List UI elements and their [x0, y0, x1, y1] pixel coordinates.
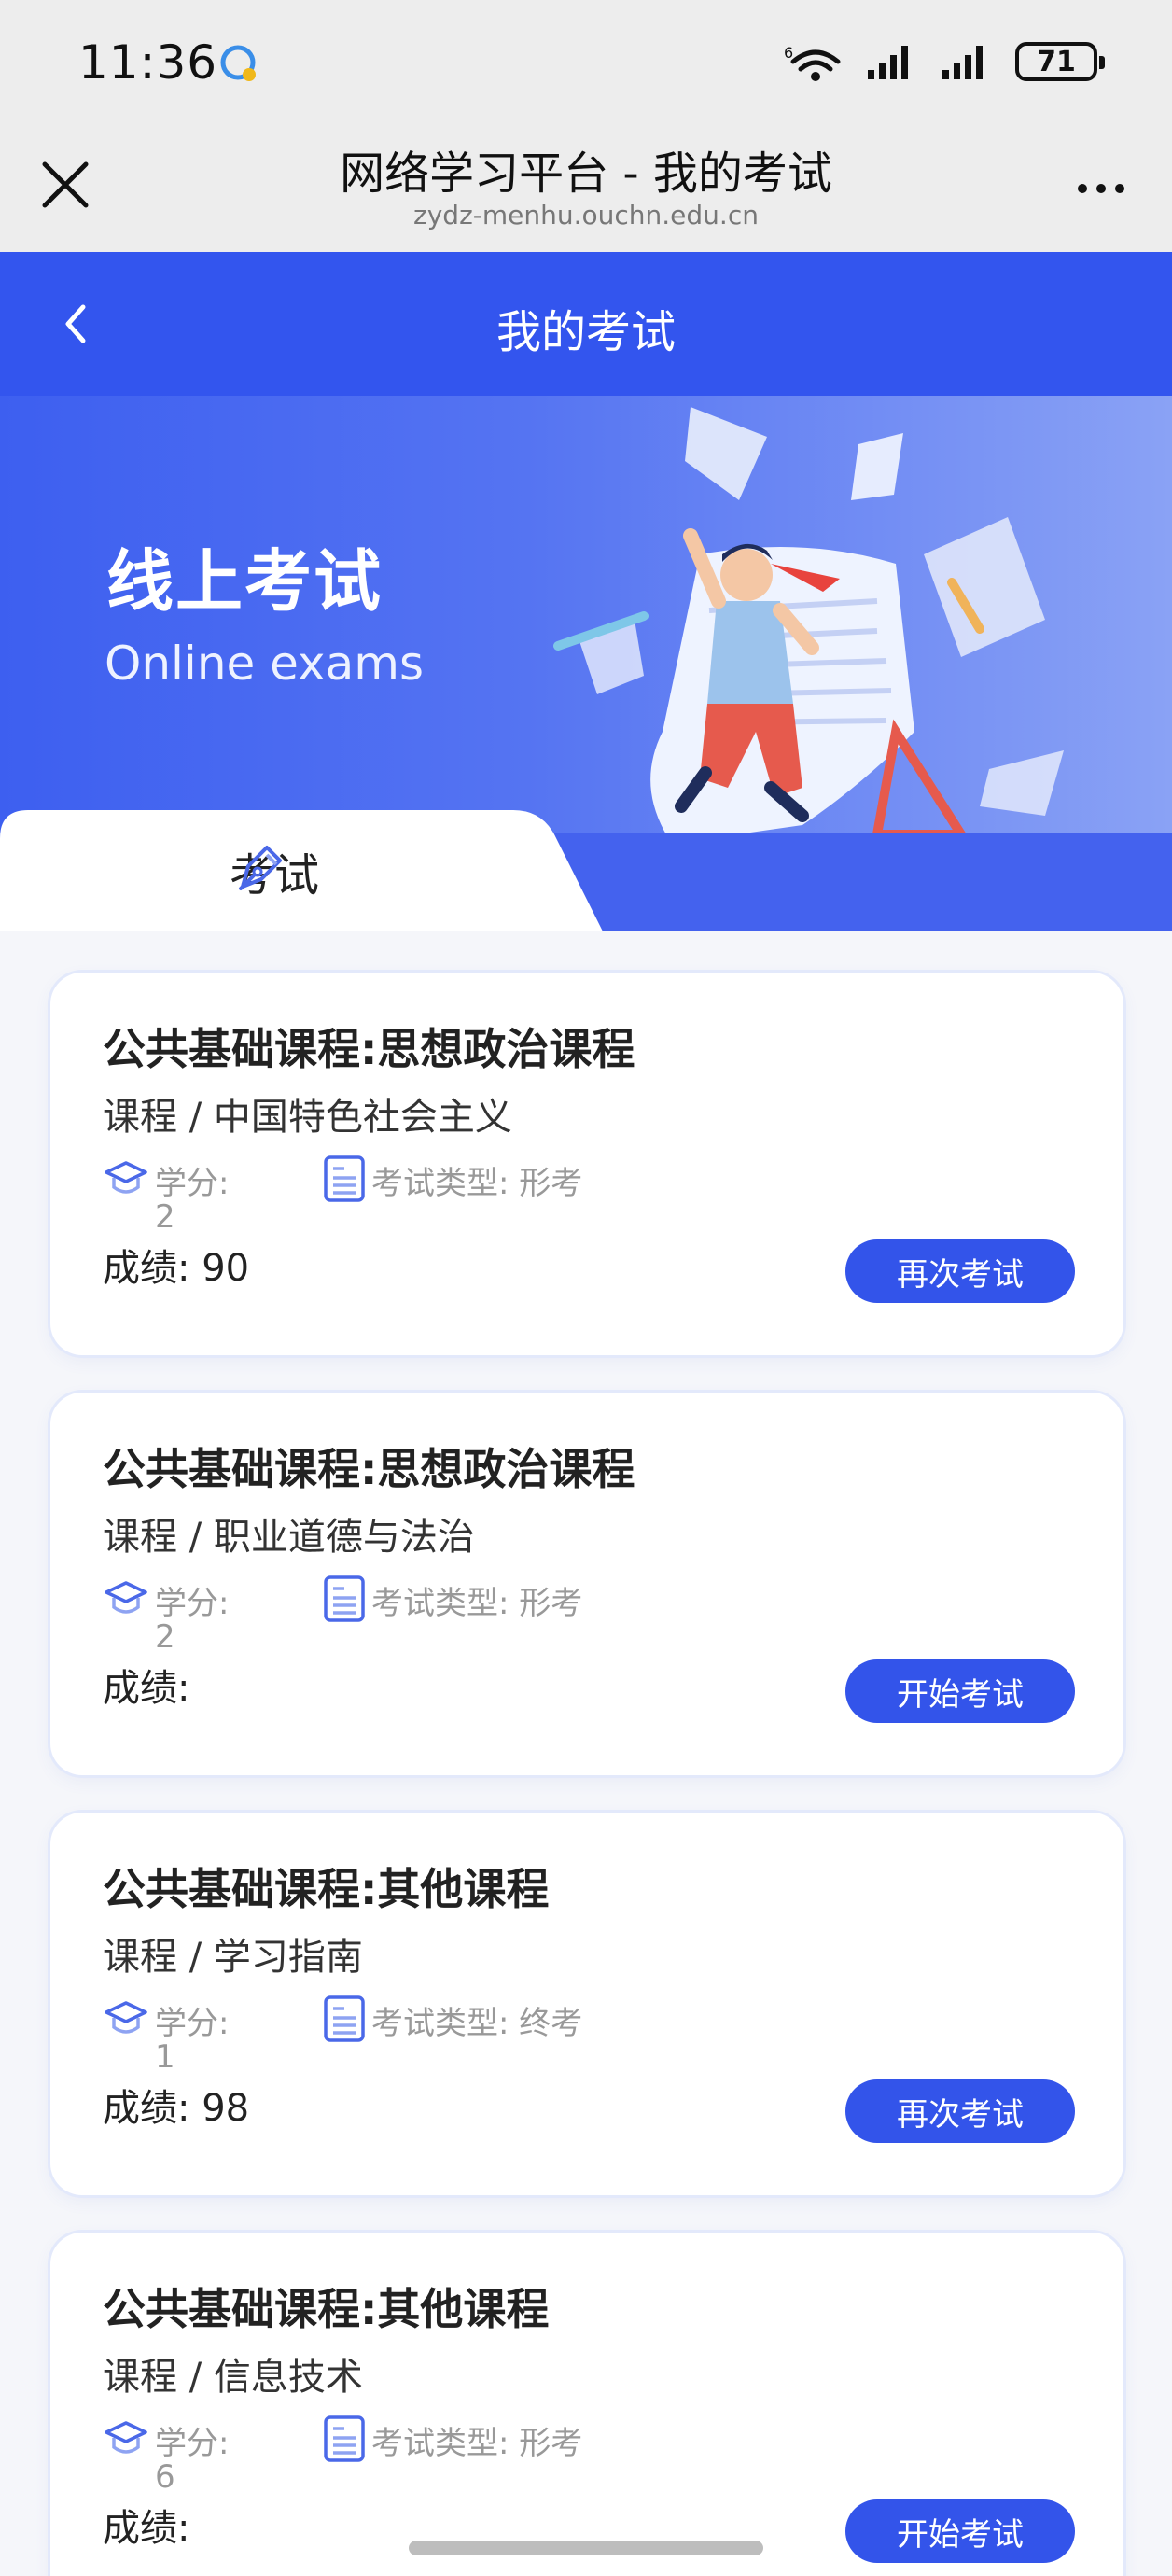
exam-score: 成绩:	[103, 2507, 190, 2550]
exam-document-icon	[324, 2415, 365, 2462]
banner-subtitle: Online exams	[105, 637, 425, 691]
start-exam-button[interactable]: 开始考试	[845, 1659, 1075, 1723]
exam-type: 考试类型: 形考	[371, 1165, 583, 1202]
tab-strip: 考试	[0, 810, 1172, 931]
graduation-cap-icon	[105, 1161, 147, 1194]
page-title: 网络学习平台 - 我的考试	[340, 147, 832, 200]
start-exam-button[interactable]: 开始考试	[845, 2499, 1075, 2563]
exam-title: 公共基础课程:思想政治课程	[103, 1444, 635, 1494]
exam-course-path: 课程 / 中国特色社会主义	[103, 1096, 512, 1139]
home-indicator[interactable]	[409, 2541, 763, 2555]
exam-score: 成绩: 90	[103, 1247, 250, 1290]
exam-type: 考试类型: 终考	[371, 2005, 583, 2042]
credit-value: 2	[155, 1198, 175, 1236]
notification-app-icon	[218, 43, 261, 86]
exam-course-path: 课程 / 职业道德与法治	[103, 1516, 475, 1559]
exam-card: 公共基础课程:思想政治课程 课程 / 中国特色社会主义 学分: 2 考试类型: …	[50, 973, 1123, 1355]
banner-title: 线上考试	[106, 542, 384, 621]
retake-exam-button[interactable]: 再次考试	[845, 2079, 1075, 2143]
more-dot-icon	[1078, 184, 1087, 193]
exam-title: 公共基础课程:其他课程	[103, 2284, 550, 2334]
exam-title: 公共基础课程:思想政治课程	[103, 1024, 635, 1074]
exam-document-icon	[324, 1155, 365, 1202]
page-url: zydz-menhu.ouchn.edu.cn	[413, 200, 759, 231]
status-indicators: 6 71	[784, 41, 1105, 82]
retake-exam-button[interactable]: 再次考试	[845, 1239, 1075, 1303]
more-menu-button[interactable]	[1064, 161, 1138, 217]
credit-label: 学分:	[155, 1165, 230, 1202]
graduation-cap-icon	[105, 1581, 147, 1614]
app-header: 我的考试	[0, 252, 1172, 396]
exam-type: 考试类型: 形考	[371, 1585, 583, 1622]
credit-value: 2	[155, 1618, 175, 1656]
wifi-generation-label: 6	[784, 44, 793, 62]
exam-score: 成绩:	[103, 1667, 190, 1710]
graduation-cap-icon	[105, 2001, 147, 2034]
exam-list: 公共基础课程:思想政治课程 课程 / 中国特色社会主义 学分: 2 考试类型: …	[0, 931, 1172, 2576]
signal-2-icon	[942, 46, 983, 79]
exam-title: 公共基础课程:其他课程	[103, 1864, 550, 1914]
status-bar: 11:36 6 71	[0, 0, 1172, 131]
credit-label: 学分:	[155, 2005, 230, 2042]
graduation-cap-icon	[105, 2421, 147, 2454]
header-title: 我的考试	[495, 306, 676, 358]
exam-score: 成绩: 98	[103, 2087, 250, 2130]
pen-icon	[239, 846, 282, 890]
credit-label: 学分:	[155, 2425, 230, 2462]
credit-label: 学分:	[155, 1585, 230, 1622]
credit-value: 1	[155, 2038, 175, 2076]
tab-strip-background	[541, 833, 1172, 931]
exam-document-icon	[324, 1995, 365, 2042]
more-dot-icon	[1096, 184, 1106, 193]
battery-indicator: 71	[1015, 42, 1105, 81]
exam-course-path: 课程 / 信息技术	[103, 2356, 363, 2399]
status-time: 11:36	[78, 35, 218, 90]
exam-card: 公共基础课程:思想政治课程 课程 / 职业道德与法治 学分: 2 考试类型: 形…	[50, 1393, 1123, 1775]
tab-content: 考试	[230, 838, 319, 903]
tab-exam[interactable]: 考试	[0, 810, 616, 931]
exam-card: 公共基础课程:其他课程 课程 / 学习指南 学分: 1 考试类型: 终考 成绩:…	[50, 1813, 1123, 2195]
credit-value: 6	[155, 2458, 175, 2496]
wifi-icon: 6	[784, 44, 841, 81]
exam-course-path: 课程 / 学习指南	[103, 1936, 363, 1979]
exam-card: 公共基础课程:其他课程 课程 / 信息技术 学分: 6 考试类型: 形考 成绩:…	[50, 2233, 1123, 2576]
exam-type: 考试类型: 形考	[371, 2425, 583, 2462]
more-dot-icon	[1115, 184, 1124, 193]
exam-document-icon	[324, 1575, 365, 1622]
browser-titlebar: 网络学习平台 - 我的考试 zydz-menhu.ouchn.edu.cn	[0, 131, 1172, 252]
signal-1-icon	[868, 46, 908, 79]
